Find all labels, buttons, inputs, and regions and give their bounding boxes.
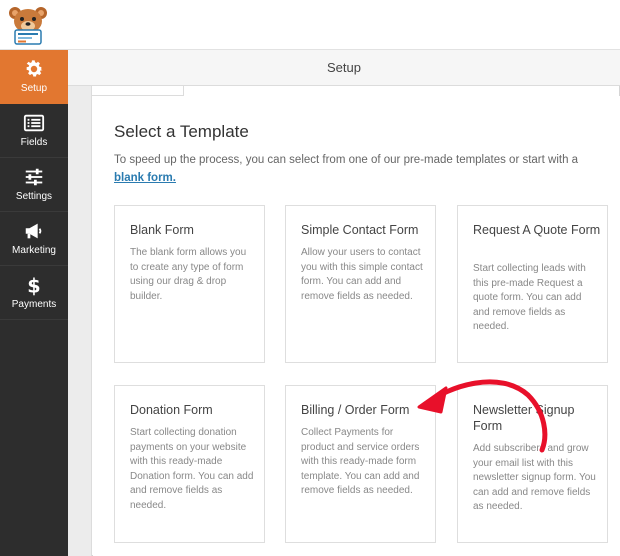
- template-description: Start collecting leads with this pre-mad…: [473, 263, 586, 332]
- panel-title: Setup: [327, 60, 361, 75]
- page-description: To speed up the process, you can select …: [114, 151, 594, 187]
- svg-text:$: $: [27, 274, 40, 296]
- template-card-newsletter-signup-form[interactable]: Newsletter Signup Form Add subscribers a…: [457, 385, 608, 543]
- template-title: Blank Form: [130, 223, 194, 237]
- template-selection: Select a Template To speed up the proces…: [93, 96, 620, 556]
- sidebar-item-settings[interactable]: Settings: [0, 158, 68, 212]
- template-title: Newsletter Signup Form: [473, 403, 575, 433]
- template-card-request-a-quote-form[interactable]: Request A Quote Form Start collecting le…: [457, 205, 608, 363]
- template-title: Donation Form: [130, 403, 213, 417]
- gear-icon: [26, 60, 43, 77]
- template-description: The blank form allows you to create any …: [130, 247, 247, 302]
- builder-sidebar: Setup Fields Settings Marketing $ Paymen…: [0, 50, 68, 556]
- template-title: Request A Quote Form: [473, 223, 601, 237]
- template-description: Collect Payments for product and service…: [301, 427, 420, 496]
- sidebar-item-setup[interactable]: Setup: [0, 50, 68, 104]
- megaphone-icon: [25, 223, 42, 239]
- sidebar-item-label: Marketing: [12, 245, 56, 256]
- top-bar: [0, 0, 620, 50]
- template-title: Simple Contact Form: [301, 223, 419, 237]
- bear-logo-icon: [9, 7, 47, 45]
- panel-header: Setup: [68, 50, 620, 86]
- template-card-donation-form[interactable]: Donation Form Start collecting donation …: [114, 385, 265, 543]
- sidebar-item-fields[interactable]: Fields: [0, 104, 68, 158]
- template-description: Start collecting donation payments on yo…: [130, 427, 254, 511]
- page-title: Select a Template: [114, 122, 249, 141]
- sidebar-item-marketing[interactable]: Marketing: [0, 212, 68, 266]
- blank-form-link[interactable]: blank form.: [114, 172, 176, 184]
- sidebar-item-label: Payments: [11, 299, 57, 310]
- sidebar-item-label: Settings: [15, 191, 53, 202]
- description-text: To speed up the process, you can select …: [114, 154, 579, 166]
- fields-icon: [23, 114, 45, 132]
- template-description: Add subscribers and grow your email list…: [473, 443, 596, 512]
- template-title: Billing / Order Form: [301, 403, 410, 417]
- template-card-simple-contact-form[interactable]: Simple Contact Form Allow your users to …: [285, 205, 436, 363]
- sidebar-item-payments[interactable]: $ Payments: [0, 266, 68, 320]
- panel-side-strip: [68, 86, 92, 556]
- panel-tab-edge: [92, 86, 184, 96]
- sliders-icon: [25, 168, 43, 186]
- dollar-icon: $: [27, 274, 40, 296]
- template-description: Allow your users to contact you with thi…: [301, 247, 423, 302]
- sidebar-item-label: Setup: [20, 83, 48, 94]
- template-card-blank-form[interactable]: Blank Form The blank form allows you to …: [114, 205, 265, 363]
- template-card-billing-order-form[interactable]: Billing / Order Form Collect Payments fo…: [285, 385, 436, 543]
- sidebar-item-label: Fields: [20, 137, 48, 148]
